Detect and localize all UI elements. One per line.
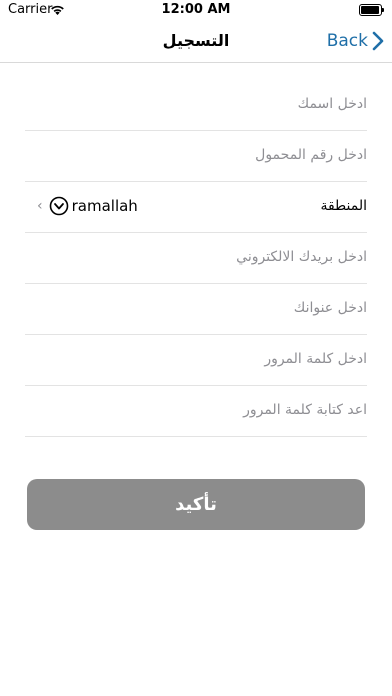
region-row: المنطقة ‹ ramallah	[25, 182, 367, 233]
confirm-button-label: تأكيد	[175, 494, 217, 515]
registration-form: ادخل اسمك ادخل رقم المحمول المنطقة ‹ ram…	[0, 80, 392, 437]
chevron-right-icon	[372, 31, 384, 51]
chevron-left-icon: ‹	[37, 198, 43, 214]
mobile-field[interactable]: ادخل رقم المحمول	[25, 131, 367, 182]
email-placeholder: ادخل بريدك الالكتروني	[236, 249, 367, 265]
region-value: ramallah	[71, 197, 138, 215]
navigation-bar: التسجيل Back	[0, 20, 392, 63]
region-dropdown[interactable]: ‹ ramallah	[37, 195, 138, 217]
address-placeholder: ادخل عنوانك	[293, 300, 367, 316]
name-placeholder: ادخل اسمك	[297, 96, 367, 112]
back-button[interactable]: Back	[327, 28, 384, 54]
confirm-password-field[interactable]: اعد كتابة كلمة المرور	[25, 386, 367, 437]
name-field[interactable]: ادخل اسمك	[25, 80, 367, 131]
battery-icon	[359, 4, 384, 16]
status-bar: Carrier 12:00 AM	[0, 0, 392, 20]
email-field[interactable]: ادخل بريدك الالكتروني	[25, 233, 367, 284]
status-time: 12:00 AM	[161, 2, 231, 17]
password-placeholder: ادخل كلمة المرور	[264, 351, 367, 367]
back-label: Back	[326, 31, 368, 51]
region-label: المنطقة	[320, 198, 367, 214]
confirm-password-placeholder: اعد كتابة كلمة المرور	[243, 402, 367, 418]
mobile-placeholder: ادخل رقم المحمول	[255, 147, 367, 163]
address-field[interactable]: ادخل عنوانك	[25, 284, 367, 335]
password-field[interactable]: ادخل كلمة المرور	[25, 335, 367, 386]
confirm-button[interactable]: تأكيد	[27, 479, 365, 530]
chevron-down-circle-icon	[49, 196, 68, 216]
